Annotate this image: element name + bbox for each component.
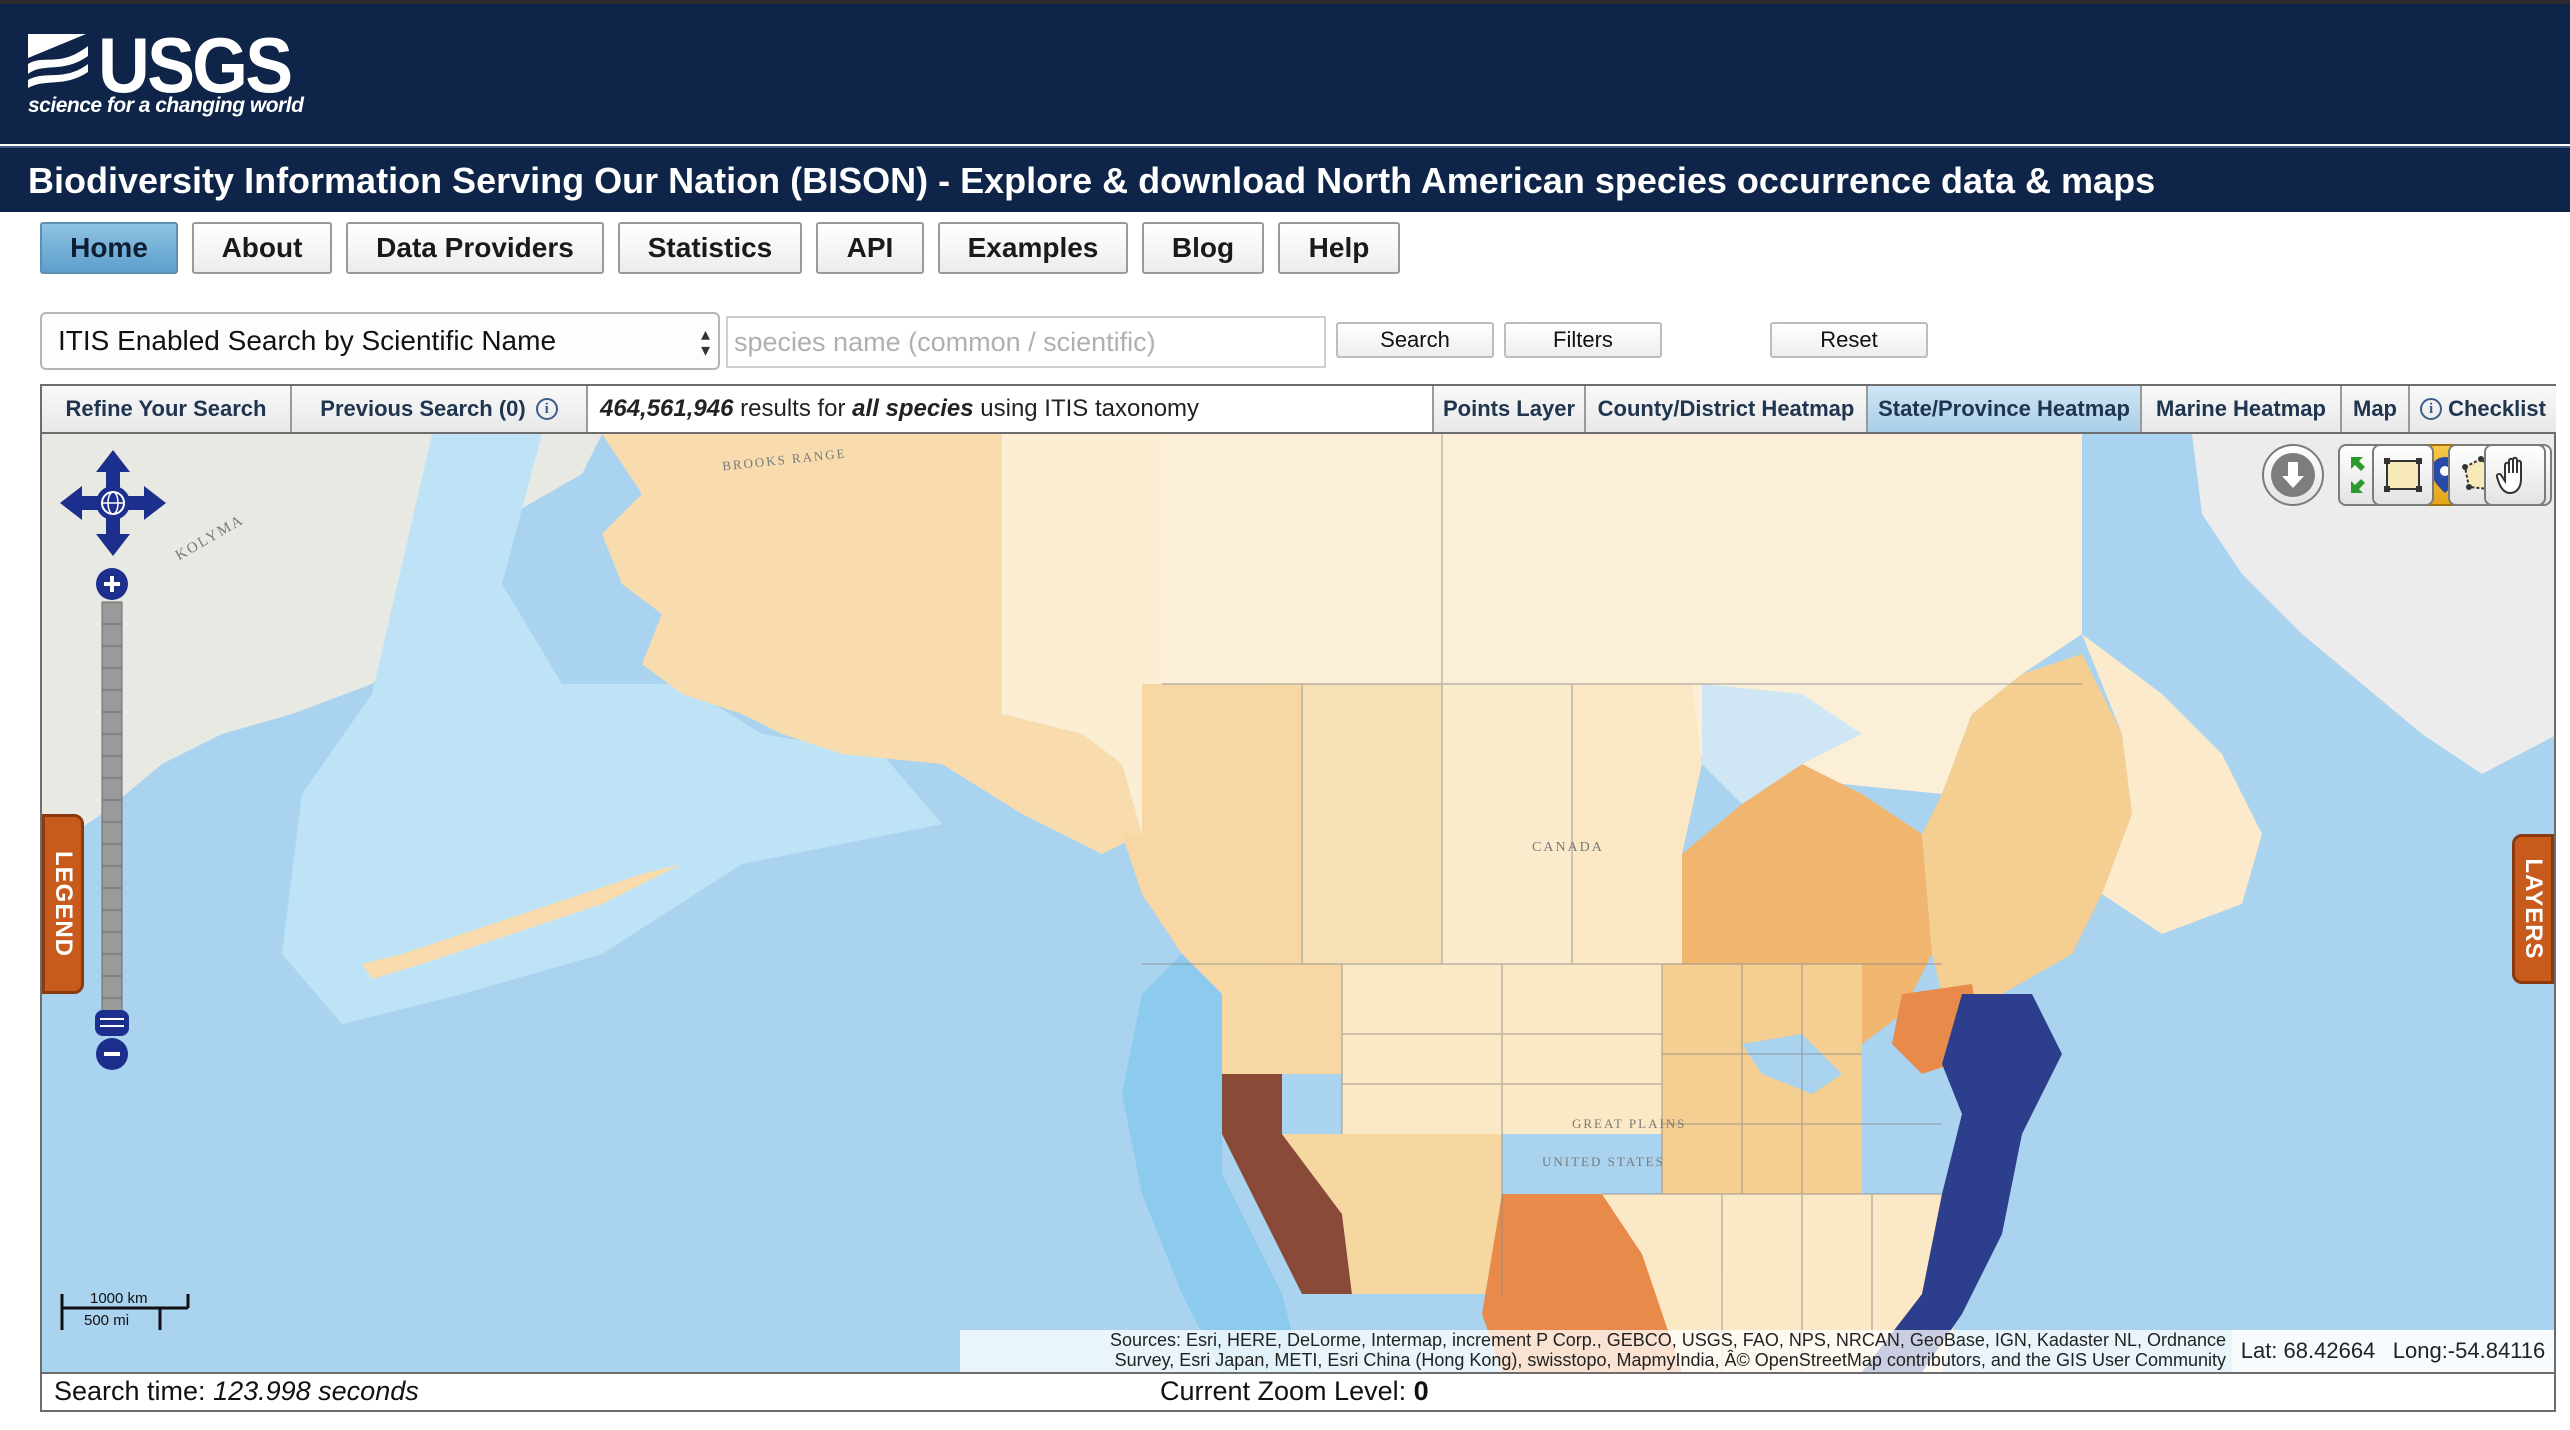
results-summary: 464,561,946 results for all species usin… <box>588 386 1434 432</box>
search-mode-value: ITIS Enabled Search by Scientific Name <box>58 325 557 356</box>
nav-about-button[interactable]: About <box>192 222 332 274</box>
nav-blog-button[interactable]: Blog <box>1142 222 1264 274</box>
region-saskatchewan <box>1442 684 1572 964</box>
refine-search-tab[interactable]: Refine Your Search <box>42 386 292 432</box>
search-row: ITIS Enabled Search by Scientific Name ▴… <box>40 312 2560 372</box>
nav-help-button[interactable]: Help <box>1278 222 1400 274</box>
checklist-info-icon: i <box>2420 398 2443 420</box>
tab-state-province-heatmap[interactable]: State/Province Heatmap <box>1868 386 2142 432</box>
pan-down-icon[interactable] <box>96 518 130 556</box>
search-time: Search time: 123.998 seconds <box>54 1376 419 1407</box>
title-band: Biodiversity Information Serving Our Nat… <box>0 146 2570 212</box>
tab-marine-heatmap[interactable]: Marine Heatmap <box>2142 386 2342 432</box>
label-united-states: UNITED STATES <box>1542 1154 1665 1169</box>
checklist-label: Checklist <box>2448 396 2546 421</box>
zoom-slider[interactable] <box>92 564 132 1074</box>
results-mid-text: results for <box>733 395 853 422</box>
page-title: Biodiversity Information Serving Our Nat… <box>28 160 2156 201</box>
scale-km-label: 1000 km <box>90 1290 148 1307</box>
zoom-level: Current Zoom Level: 0 <box>1160 1376 1429 1407</box>
search-time-label: Search time: <box>54 1376 214 1406</box>
search-mode-select[interactable]: ITIS Enabled Search by Scientific Name ▴… <box>40 312 720 370</box>
pan-control[interactable] <box>58 448 168 558</box>
pan-left-icon[interactable] <box>60 486 98 520</box>
previous-search-tab[interactable]: Previous Search (0) i <box>292 386 588 432</box>
legend-tab[interactable]: LEGEND <box>42 814 84 994</box>
logo-tagline: science for a changing world <box>28 94 304 117</box>
info-icon[interactable]: i <box>535 398 558 420</box>
pan-up-icon[interactable] <box>96 450 130 488</box>
map-scale: 1000 km 500 mi <box>60 1290 200 1346</box>
filters-button[interactable]: Filters <box>1504 322 1662 358</box>
basemap <box>42 434 2554 1372</box>
tab-county-heatmap[interactable]: County/District Heatmap <box>1586 386 1868 432</box>
longitude-readout: Long:-54.84116 <box>2392 1338 2546 1363</box>
nav-data-providers-button[interactable]: Data Providers <box>346 222 604 274</box>
region-wa-or <box>1222 964 1342 1074</box>
site-header: USGS science for a changing world <box>0 4 2570 144</box>
cursor-coordinates: Lat: 68.42664 Long:-54.84116 <box>2232 1330 2554 1372</box>
nav-statistics-button[interactable]: Statistics <box>618 222 802 274</box>
label-canada: CANADA <box>1532 840 1604 855</box>
results-count: 464,561,946 <box>600 395 734 422</box>
nav-home-button[interactable]: Home <box>40 222 178 274</box>
attribution-line-1: Sources: Esri, HERE, DeLorme, Intermap, … <box>1109 1330 2226 1350</box>
select-updown-icon: ▴ ▾ <box>700 324 710 360</box>
zoom-level-label: Current Zoom Level: <box>1160 1376 1414 1406</box>
reset-button[interactable]: Reset <box>1770 322 1928 358</box>
tab-map[interactable]: Map <box>2342 386 2410 432</box>
nav-examples-button[interactable]: Examples <box>938 222 1128 274</box>
status-bar: Search time: 123.998 seconds Current Zoo… <box>40 1372 2556 1412</box>
map-toolbar: Refine Your Search Previous Search (0) i… <box>40 384 2556 434</box>
results-species: all species <box>852 395 974 422</box>
region-alberta <box>1302 684 1442 964</box>
usgs-wave-icon <box>26 28 92 88</box>
layers-label: LAYERS <box>2520 858 2547 960</box>
map-viewport[interactable]: CANADA UNITED STATES GREAT PLAINS KOLYMA… <box>40 434 2556 1372</box>
legend-label: LEGEND <box>50 850 77 958</box>
layers-tab[interactable]: LAYERS <box>2512 834 2554 984</box>
download-tool-button[interactable] <box>2262 444 2324 506</box>
zoom-handle[interactable] <box>95 1010 129 1036</box>
label-great-plains: GREAT PLAINS <box>1572 1116 1687 1131</box>
pan-right-icon[interactable] <box>128 486 166 520</box>
scale-mi-label: 500 mi <box>84 1312 130 1329</box>
pan-hand-icon <box>2495 456 2522 495</box>
attribution-line-2: Survey, Esri Japan, METI, Esri China (Ho… <box>1114 1350 2226 1370</box>
tab-points-layer[interactable]: Points Layer <box>1434 386 1586 432</box>
tab-checklist[interactable]: i Checklist <box>2410 386 2556 432</box>
search-time-value: 123.998 seconds <box>213 1376 419 1406</box>
previous-search-label: Previous Search (0) <box>320 396 526 421</box>
species-search-input[interactable]: species name (common / scientific) <box>726 316 1326 368</box>
rectangle-select-icon <box>2384 458 2422 492</box>
usgs-logo[interactable]: USGS science for a changing world <box>26 21 326 126</box>
results-tail-text: using ITIS taxonomy <box>973 395 1200 422</box>
latitude-readout: Lat: 68.42664 <box>2240 1338 2376 1363</box>
zoom-level-value: 0 <box>1413 1376 1429 1406</box>
rectangle-select-tool-button[interactable] <box>2372 444 2434 506</box>
map-attribution: Sources: Esri, HERE, DeLorme, Intermap, … <box>960 1330 2232 1372</box>
search-button[interactable]: Search <box>1336 322 1494 358</box>
download-icon <box>2271 453 2315 497</box>
pan-hand-tool-button[interactable] <box>2484 444 2546 506</box>
nav-api-button[interactable]: API <box>816 222 924 274</box>
